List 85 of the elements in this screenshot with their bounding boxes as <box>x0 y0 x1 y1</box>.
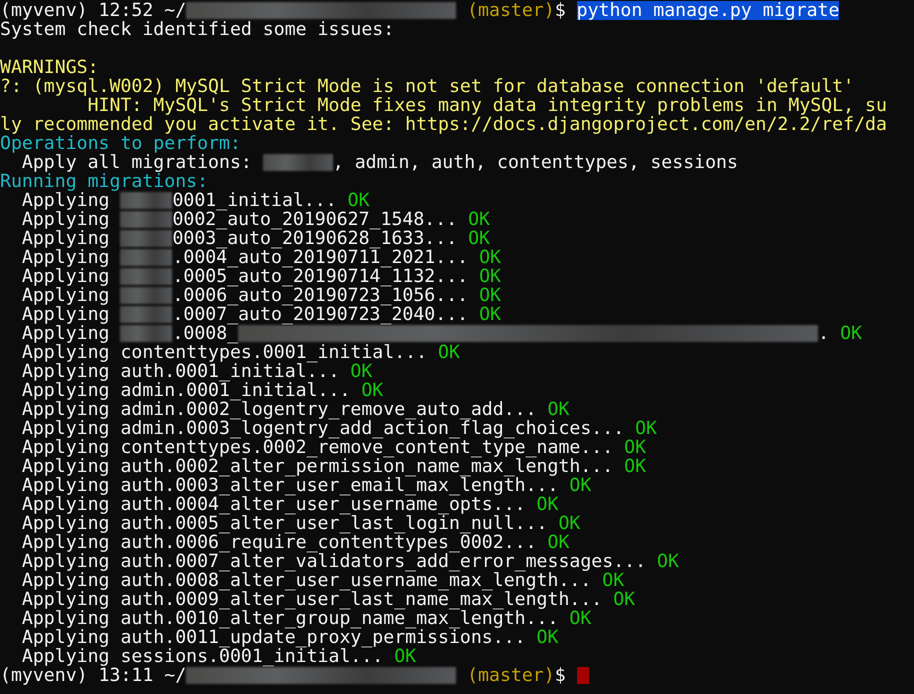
redacted-block <box>120 287 172 304</box>
terminal-text: Applying auth.0003_alter_user_email_max_length... <box>20 476 558 495</box>
warning-text: ?: (mysql.W002) MySQL Strict Mode is not set for database connection 'default' <box>0 77 854 96</box>
terminal-text: Applying auth.0008_alter_user_username_max_length... <box>20 571 592 590</box>
terminal-text: Applying auth.0004_alter_user_username_opts... <box>20 495 526 514</box>
terminal-text: Applying <box>20 267 110 286</box>
status-text: OK <box>635 419 657 438</box>
status-text: OK <box>479 286 501 305</box>
terminal-text: Applying auth.0007_alter_validators_add_error_messages... <box>20 552 648 571</box>
terminal-text: Applying auth.0002_alter_permission_name_max_length... <box>20 457 614 476</box>
redacted-block <box>120 306 172 323</box>
branch-name: (master) <box>466 1 555 20</box>
terminal-text: $ <box>554 1 567 20</box>
terminal-text: . <box>818 324 830 343</box>
terminal-text: Applying admin.0002_logentry_remove_auto_add... <box>20 400 538 419</box>
terminal-text: Applying <box>20 305 110 324</box>
terminal-text: Applying auth.0001_initial... <box>20 362 340 381</box>
status-text: OK <box>613 590 636 609</box>
redacted-block <box>120 211 172 228</box>
status-text: OK <box>479 305 501 324</box>
terminal-text: Apply all migrations: <box>22 153 253 172</box>
terminal-text: Applying auth.0010_alter_group_name_max_length... <box>20 609 558 628</box>
redacted-block <box>120 325 172 342</box>
warning-text: WARNINGS: <box>0 58 99 77</box>
branch-name: (master) <box>466 666 555 685</box>
terminal-text: Applying <box>20 229 110 248</box>
status-text: OK <box>840 324 862 343</box>
terminal-text: Applying <box>20 210 110 229</box>
warning-text: ly recommended you activate it. See: https://docs.djangoproject.com/en/2.2/ref/da <box>0 115 887 134</box>
terminal-text: Applying <box>20 286 110 305</box>
terminal-text: Applying auth.0011_update_proxy_permissions... <box>20 628 526 647</box>
status-text: OK <box>468 210 490 229</box>
status-text: OK <box>548 533 570 552</box>
terminal-text: Applying admin.0001_initial... <box>20 381 352 400</box>
terminal-text: System check identified some issues: <box>0 20 394 39</box>
terminal-text: Applying auth.0009_alter_user_last_name_max_length... <box>20 590 604 609</box>
redacted-block <box>262 154 333 171</box>
redacted-block <box>120 249 172 266</box>
redacted-block <box>120 230 172 247</box>
terminal-text: Applying contenttypes.0001_initial... <box>20 343 428 362</box>
terminal-text: .0004_auto_20190711_2021... <box>172 248 470 267</box>
status-text: OK <box>394 647 416 666</box>
terminal-text: Applying auth.0005_alter_user_last_login_null... <box>20 514 548 533</box>
status-text: OK <box>536 495 558 514</box>
section-heading: Running migrations: <box>0 172 208 191</box>
section-heading: Operations to perform: <box>0 134 241 153</box>
status-text: OK <box>479 248 501 267</box>
redacted-block <box>120 268 172 285</box>
status-text: OK <box>569 476 592 495</box>
terminal-text: .0005_auto_20190714_1132... <box>172 267 470 286</box>
terminal-text: (myvenv) 12:52 ~/ <box>0 1 186 20</box>
status-text: OK <box>361 381 384 400</box>
status-text: OK <box>479 267 501 286</box>
terminal-text: Applying auth.0006_require_contenttypes_0002... <box>20 533 537 552</box>
status-text: OK <box>348 191 370 210</box>
terminal-text: Applying admin.0003_logentry_add_action_flag_choices... <box>20 419 626 438</box>
status-text: OK <box>438 343 460 362</box>
terminal-text: (myvenv) 13:11 ~/ <box>0 666 186 685</box>
status-text: OK <box>602 571 624 590</box>
status-text: OK <box>468 229 490 248</box>
status-text: OK <box>536 628 558 647</box>
status-text: OK <box>548 400 570 419</box>
status-text: OK <box>624 457 646 476</box>
redacted-block <box>120 192 172 209</box>
terminal-text: 0003_auto_20190628_1633... <box>172 229 458 248</box>
status-text: OK <box>657 552 679 571</box>
cursor-block <box>576 667 589 684</box>
terminal-text: 0002_auto_20190627_1548... <box>172 210 458 229</box>
terminal-text: , admin, auth, contenttypes, sessions <box>332 153 738 172</box>
terminal-text: Applying contenttypes.0002_remove_content_type_name... <box>20 438 614 457</box>
terminal-text: Applying sessions.0001_initial... <box>20 647 384 666</box>
status-text: OK <box>558 514 580 533</box>
terminal-text: Applying <box>20 324 110 343</box>
terminal-text: .0006_auto_20190723_1056... <box>172 286 470 305</box>
status-text: OK <box>569 609 592 628</box>
warning-text: HINT: MySQL's Strict Mode fixes many data integrity problems in MySQL, su <box>88 96 887 115</box>
terminal-text: Applying <box>22 191 110 210</box>
selected-command: python manage.py migrate <box>576 1 840 20</box>
terminal-text: Applying <box>20 248 110 267</box>
terminal-text: .0007_auto_20190723_2040... <box>172 305 470 324</box>
terminal-text: $ <box>554 666 567 685</box>
status-text: OK <box>624 438 646 457</box>
terminal-text: 0001_initial... <box>172 191 338 210</box>
status-text: OK <box>350 362 372 381</box>
terminal-text: .0008_ <box>172 324 238 343</box>
